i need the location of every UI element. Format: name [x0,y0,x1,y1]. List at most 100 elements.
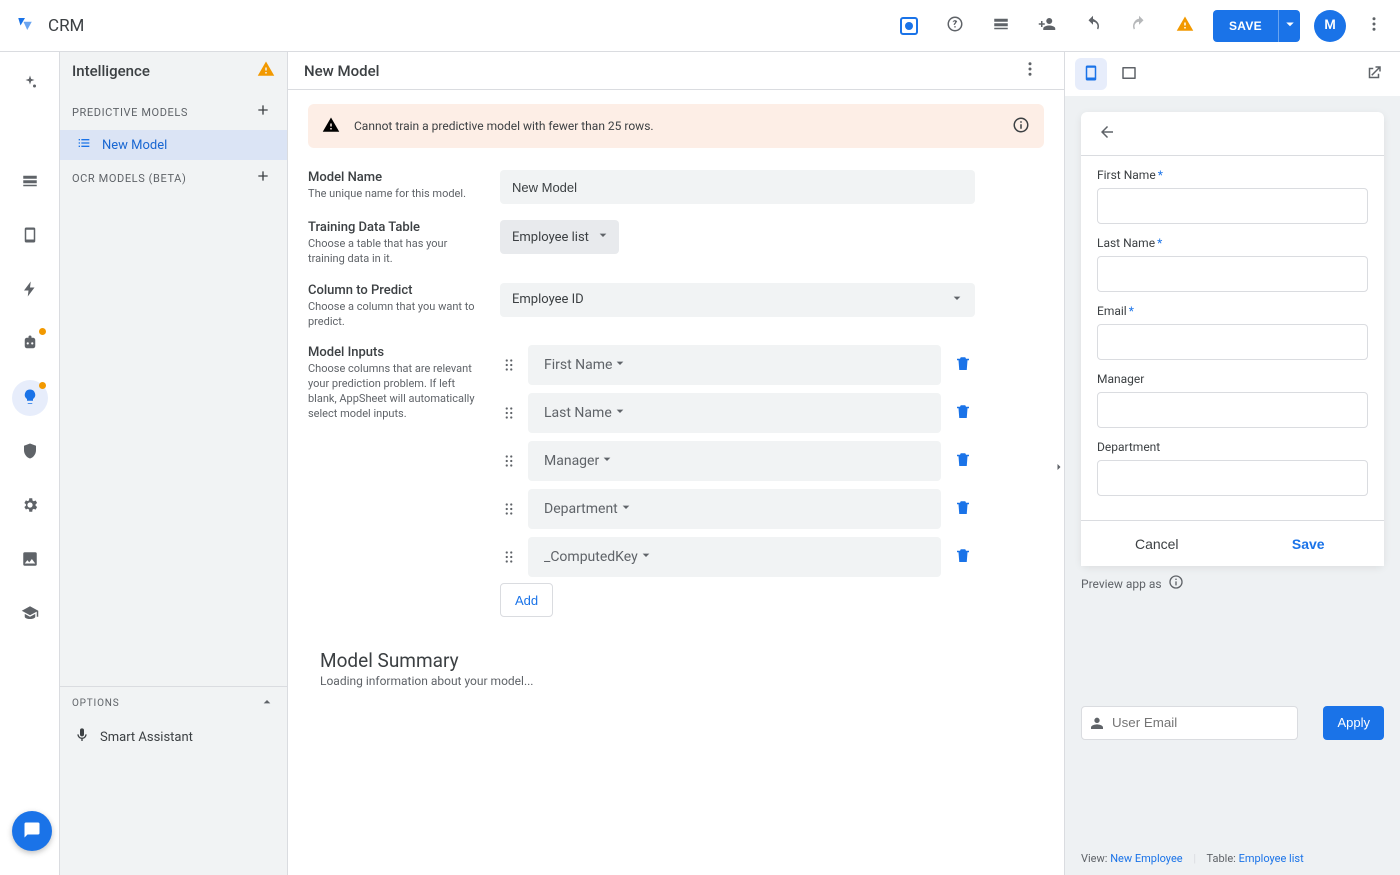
robot-icon [21,334,39,355]
training-table-select[interactable]: Employee list [500,220,619,254]
notification-dot-icon [39,382,46,389]
model-input-value: First Name [544,357,612,373]
account-avatar[interactable]: M [1314,10,1346,42]
rail-manage-button[interactable] [12,542,48,578]
field-label-model-name: Model Name [308,170,480,185]
caret-down-icon [612,355,628,375]
undo-icon [1084,15,1102,36]
rail-security-button[interactable] [12,434,48,470]
rail-intelligence-button[interactable] [12,380,48,416]
rail-automation-button[interactable] [12,326,48,362]
chevron-up-icon[interactable] [259,694,275,713]
predict-column-select[interactable]: Employee ID [500,283,975,317]
data-icon [21,172,39,193]
preview-cancel-button[interactable]: Cancel [1081,521,1233,566]
add-ocr-model-button[interactable] [255,168,275,188]
mic-icon [74,727,90,747]
model-input-value: Last Name [544,405,612,421]
drag-handle-icon[interactable] [500,548,518,566]
chat-fab-button[interactable] [12,811,52,851]
expand-preview-button[interactable] [1053,452,1065,482]
rail-home-button[interactable] [12,66,48,102]
preview-field-input[interactable] [1097,188,1368,224]
main-more-button[interactable] [1012,53,1048,89]
trash-icon [954,403,972,424]
model-input-select[interactable]: Last Name [528,393,941,433]
alert-text: Cannot train a predictive model with few… [354,119,654,133]
trash-icon [954,355,972,376]
info-icon[interactable] [1012,116,1030,137]
more-button[interactable] [1356,8,1392,44]
add-predictive-model-button[interactable] [255,102,275,122]
help-button[interactable] [937,8,973,44]
model-input-select[interactable]: First Name [528,345,941,385]
rail-settings-button[interactable] [12,488,48,524]
redo-icon [1130,15,1148,36]
delete-model-input-button[interactable] [951,498,975,521]
preview-field-label: First Name* [1097,168,1368,182]
delete-model-input-button[interactable] [951,402,975,425]
preview-user-email-input[interactable] [1081,706,1298,740]
preview-apply-button[interactable]: Apply [1323,706,1384,740]
sidepanel-smart-assistant-label: Smart Assistant [100,730,193,745]
preview-field-input[interactable] [1097,256,1368,292]
presentation-mode-button[interactable] [891,8,927,44]
drag-handle-icon[interactable] [500,404,518,422]
preview-field-input[interactable] [1097,324,1368,360]
add-model-input-button[interactable]: Add [500,583,553,617]
undo-button[interactable] [1075,8,1111,44]
rail-data-button[interactable] [12,164,48,200]
drag-handle-icon[interactable] [500,500,518,518]
model-input-select[interactable]: Department [528,489,941,529]
delete-model-input-button[interactable] [951,450,975,473]
delete-model-input-button[interactable] [951,354,975,377]
preview-back-button[interactable] [1093,120,1121,148]
sidepanel-item-new-model[interactable]: New Model [60,130,287,160]
open-in-new-icon [1365,64,1383,85]
preview-meta-view-link[interactable]: New Employee [1110,852,1182,865]
field-hint-model-inputs: Choose columns that are relevant your pr… [308,362,480,421]
share-button[interactable] [1029,8,1065,44]
rail-learn-button[interactable] [12,596,48,632]
warning-icon[interactable] [257,60,275,82]
device-mobile-button[interactable] [1075,58,1107,90]
device-tablet-button[interactable] [1113,58,1145,90]
info-icon[interactable] [1168,574,1184,593]
training-table-value: Employee list [512,230,589,245]
model-input-value: Manager [544,453,599,469]
table-view-button[interactable] [983,8,1019,44]
model-input-select[interactable]: Manager [528,441,941,481]
presentation-icon [900,17,918,35]
phone-icon [1082,64,1100,85]
delete-model-input-button[interactable] [951,546,975,569]
warning-icon [1176,15,1194,36]
model-summary-body: Loading information about your model... [320,674,1044,688]
field-hint-training-table: Choose a table that has your training da… [308,237,480,267]
drag-handle-icon[interactable] [500,452,518,470]
save-dropdown-button[interactable] [1278,10,1300,42]
preview-meta-table-link[interactable]: Employee list [1239,852,1304,865]
model-input-value: Department [544,501,618,517]
redo-button[interactable] [1121,8,1157,44]
save-button[interactable]: SAVE [1213,10,1278,42]
sidepanel-options-label: OPTIONS [72,698,119,709]
drag-handle-icon[interactable] [500,356,518,374]
rail-behavior-button[interactable] [12,272,48,308]
open-preview-button[interactable] [1358,58,1390,90]
preview-field-input[interactable] [1097,392,1368,428]
sidepanel-smart-assistant[interactable]: Smart Assistant [60,719,287,755]
model-input-select[interactable]: _ComputedKey [528,537,941,577]
preview-as-label: Preview app as [1081,577,1162,591]
model-name-input[interactable] [500,170,975,204]
caret-down-icon [618,499,634,519]
preview-field-input[interactable] [1097,460,1368,496]
warnings-button[interactable] [1167,8,1203,44]
preview-save-button[interactable]: Save [1233,521,1385,566]
model-summary-title: Model Summary [320,649,1044,672]
preview-field-label: Department [1097,440,1368,454]
app-name: CRM [48,16,84,36]
image-icon [21,550,39,571]
rail-ux-button[interactable] [12,218,48,254]
grad-cap-icon [21,604,39,625]
preview-phone: First Name*Last Name*Email*ManagerDepart… [1081,112,1384,566]
